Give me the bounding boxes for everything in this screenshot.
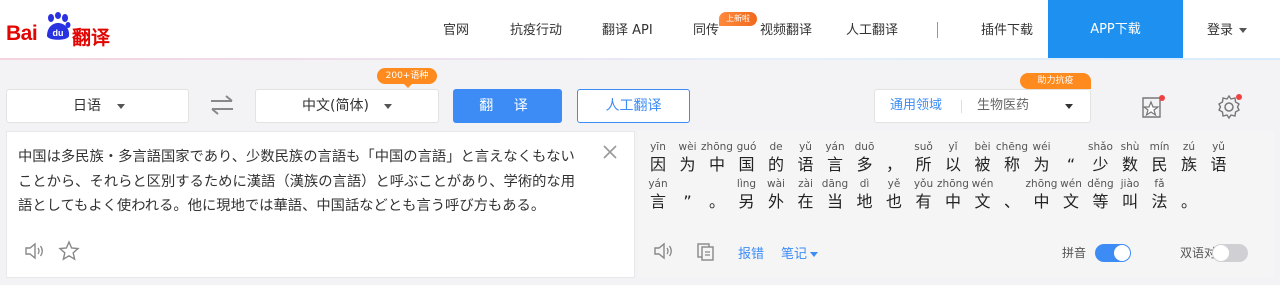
hanzi-text[interactable]: 为 [1030, 154, 1054, 176]
hanzi-text[interactable]: 语 [1207, 154, 1231, 176]
hanzi-text[interactable]: 当 [823, 191, 847, 213]
pinyin-text [1165, 178, 1213, 191]
baidu-translate-logo[interactable]: Bai du 翻译 [6, 10, 116, 50]
swap-languages-icon[interactable] [208, 94, 236, 116]
pinyin-label: 拼音 [1062, 246, 1087, 260]
hanzi-text[interactable]: 国 [735, 154, 759, 176]
source-text-panel: 中国は多民族・多言語国家であり、少数民族の言語も「中国の言語」と言えなくもないこ… [6, 131, 635, 278]
hanzi-text[interactable]: 也 [882, 191, 906, 213]
result-char: yǔ 语 [1207, 141, 1231, 176]
hanzi-text[interactable]: 在 [794, 191, 818, 213]
chevron-down-icon [1239, 28, 1248, 33]
domain-divider [961, 100, 962, 113]
chevron-down-icon [117, 104, 125, 109]
nav-video-translate[interactable]: 视频翻译 [760, 0, 812, 60]
hanzi-text[interactable]: ， [882, 154, 906, 176]
nav-translate-api[interactable]: 翻译 API [602, 0, 653, 60]
toggle-knob [1213, 245, 1229, 261]
hanzi-text[interactable]: “ [1059, 154, 1083, 176]
report-error-link[interactable]: 报错 [738, 243, 764, 262]
hanzi-text[interactable]: 另 [735, 191, 759, 213]
hanzi-text[interactable]: 文 [971, 191, 995, 213]
domain-general[interactable]: 通用领域 [890, 90, 942, 122]
chevron-down-icon [384, 104, 392, 109]
human-translate-button[interactable]: 人工翻译 [577, 89, 690, 123]
copy-icon[interactable] [695, 241, 717, 263]
translate-button[interactable]: 翻 译 [453, 89, 562, 123]
hanzi-text[interactable]: 有 [912, 191, 936, 213]
hanzi-text[interactable]: 中 [1030, 191, 1054, 213]
new-badge: 上新啦 [719, 12, 757, 26]
close-icon[interactable] [600, 142, 620, 162]
hanzi-text[interactable]: 为 [676, 154, 700, 176]
chevron-down-icon [1065, 104, 1073, 109]
hanzi-text[interactable]: ” [676, 191, 700, 213]
hanzi-text[interactable]: 文 [1059, 191, 1083, 213]
notes-label: 笔记 [781, 247, 808, 262]
hanzi-text[interactable]: 民 [1148, 154, 1172, 176]
hanzi-text[interactable]: 。 [1177, 191, 1201, 213]
favorites-icon[interactable] [1138, 92, 1168, 122]
nav-official-site[interactable]: 官网 [443, 0, 469, 60]
hanzi-text[interactable]: 被 [971, 154, 995, 176]
nav-simultaneous[interactable]: 同传 [693, 0, 719, 60]
hanzi-text[interactable]: 地 [853, 191, 877, 213]
result-char: 。 [1177, 178, 1201, 213]
hanzi-text[interactable]: 、 [1000, 191, 1024, 213]
hanzi-text[interactable]: 以 [941, 154, 965, 176]
translation-result-panel: yīn 因 wèi 为 zhōng 中 guó 国 de 的 yǔ 语 yán 言 duō 多， suǒ 所 yǐ 以… [638, 131, 1274, 278]
hanzi-text[interactable]: 多 [853, 154, 877, 176]
top-navigation: Bai du 翻译 官网 抗疫行动 翻译 API 同传 上新啦 视频翻译 人工翻… [0, 0, 1280, 60]
hanzi-text[interactable]: 语 [794, 154, 818, 176]
login-menu[interactable]: 登录 [1207, 0, 1248, 60]
hanzi-text[interactable]: 中 [941, 191, 965, 213]
domain-biomedicine[interactable]: 生物医药 [977, 90, 1029, 122]
hanzi-text[interactable]: 数 [1118, 154, 1142, 176]
logo-text-fanyi: 翻译 [72, 27, 111, 49]
assist-badge-label: 助力抗疫 [1037, 76, 1074, 86]
nav-plugin-download[interactable]: 插件下载 [981, 0, 1033, 60]
hanzi-text[interactable]: 的 [764, 154, 788, 176]
bilingual-toggle[interactable] [1212, 244, 1248, 262]
anti-epidemic-badge: 助力抗疫 [1020, 73, 1091, 89]
hanzi-text[interactable]: 外 [764, 191, 788, 213]
settings-icon[interactable] [1214, 92, 1244, 122]
hanzi-text[interactable]: 等 [1089, 191, 1113, 213]
nav-human-translate[interactable]: 人工翻译 [846, 0, 898, 60]
star-icon[interactable] [58, 240, 80, 262]
pinyin-toggle[interactable] [1095, 244, 1131, 262]
hanzi-text[interactable]: 。 [705, 191, 729, 213]
toggle-knob [1114, 245, 1130, 261]
nav-divider [937, 22, 938, 38]
speaker-icon[interactable] [23, 240, 45, 262]
hanzi-text[interactable]: 叫 [1118, 191, 1142, 213]
hanzi-text[interactable]: 中 [705, 154, 729, 176]
hanzi-text[interactable]: 所 [912, 154, 936, 176]
target-language-select[interactable]: 中文(简体) [255, 89, 439, 123]
login-label: 登录 [1207, 23, 1234, 38]
pinyin-text: yǔ [1212, 141, 1225, 153]
app-download-button[interactable]: APP下载 [1048, 0, 1183, 60]
notes-menu[interactable]: 笔记 [781, 243, 819, 262]
domain-select[interactable]: 通用领域 生物医药 [874, 89, 1091, 123]
hanzi-text[interactable]: 言 [646, 191, 670, 213]
hanzi-text[interactable]: 因 [646, 154, 670, 176]
source-language-select[interactable]: 日语 [6, 89, 189, 123]
hanzi-text[interactable]: 称 [1000, 154, 1024, 176]
source-language-label: 日语 [73, 98, 101, 114]
source-text-input[interactable]: 中国は多民族・多言語国家であり、少数民族の言語も「中国の言語」と言えなくもないこ… [18, 145, 583, 219]
logo-text-du: du [53, 28, 64, 38]
hanzi-text[interactable]: 法 [1148, 191, 1172, 213]
hanzi-text[interactable]: 族 [1177, 154, 1201, 176]
language-count-badge: 200+语种 [377, 68, 437, 88]
speaker-icon[interactable] [652, 240, 674, 262]
hanzi-text[interactable]: 少 [1089, 154, 1113, 176]
target-language-label: 中文(简体) [302, 98, 369, 114]
nav-anti-epidemic[interactable]: 抗疫行动 [510, 0, 562, 60]
logo-text-bai: Bai [6, 22, 38, 45]
chevron-down-icon [810, 252, 819, 257]
hanzi-text[interactable]: 言 [823, 154, 847, 176]
baidu-paw-icon: du [47, 12, 71, 40]
